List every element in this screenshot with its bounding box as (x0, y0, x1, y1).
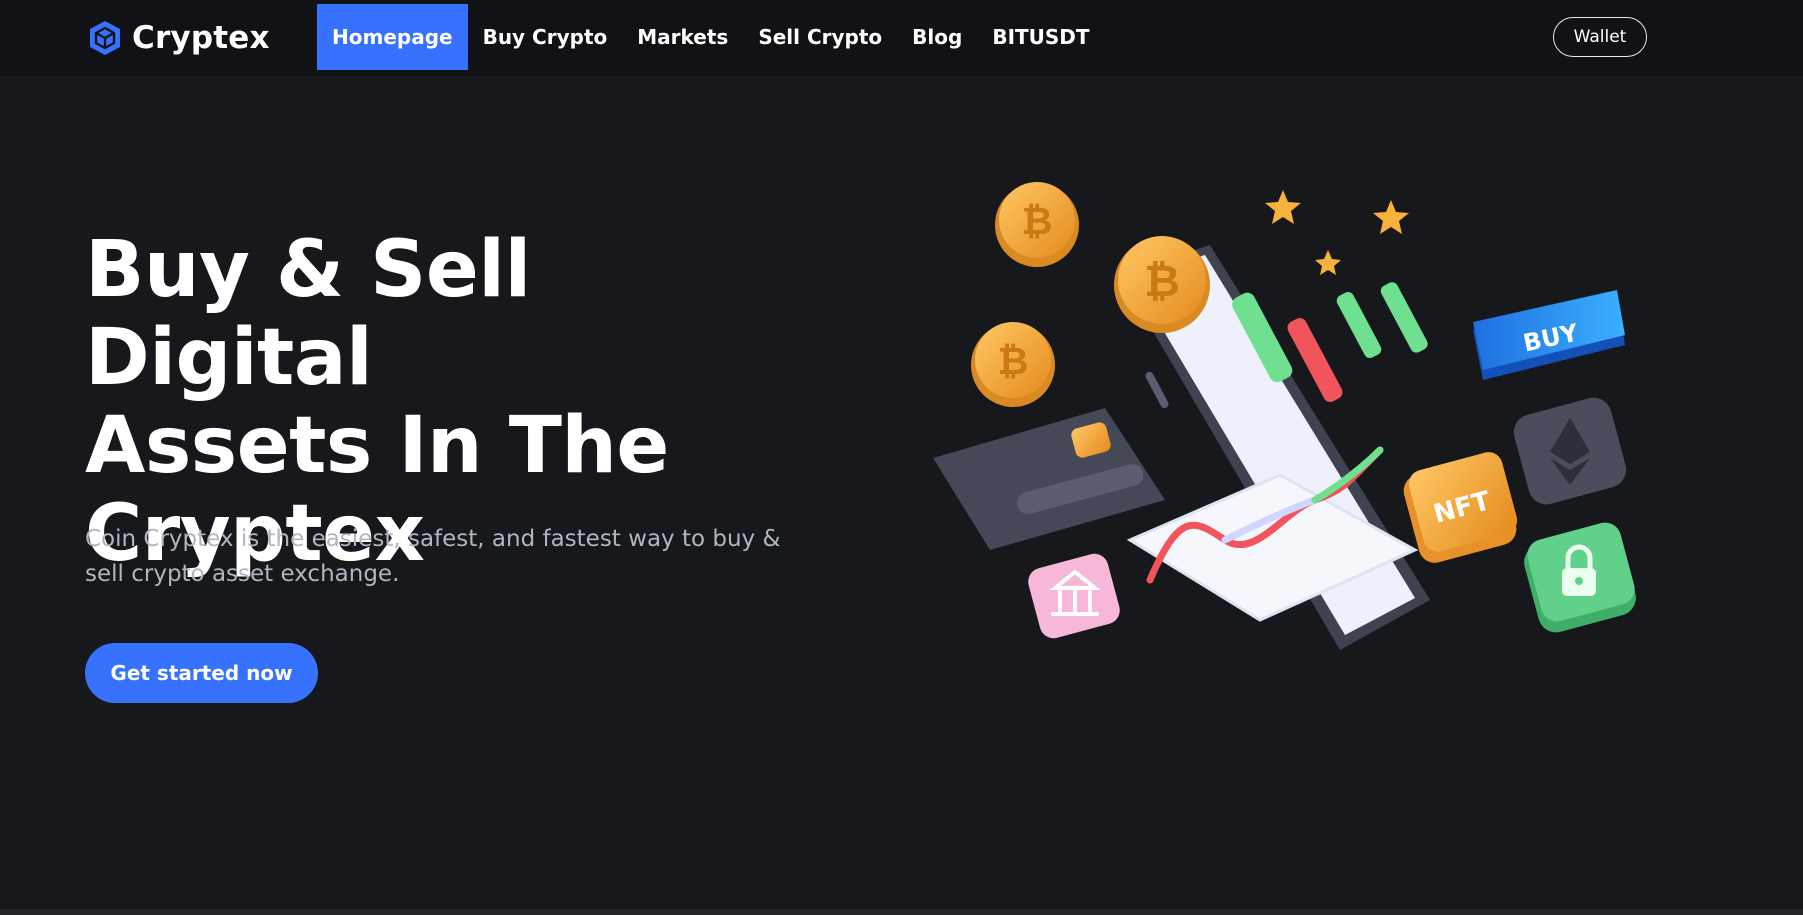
cube-logo-icon (90, 21, 120, 55)
nav-item-blog[interactable]: Blog (897, 4, 977, 70)
credit-card-illustration (933, 408, 1165, 550)
nft-tile-icon: NFT (1403, 452, 1518, 563)
brand-name: Cryptex (132, 20, 270, 56)
nav-item-buy-crypto[interactable]: Buy Crypto (468, 4, 623, 70)
star-icons (1265, 190, 1409, 275)
get-started-button[interactable]: Get started now (85, 643, 318, 703)
main-nav: Homepage Buy Crypto Markets Sell Crypto … (317, 4, 1105, 70)
hero-illustration: ₿ ₿ ₿ BUY NFT (925, 180, 1655, 760)
hero-title-line: Buy & Sell Digital (85, 225, 531, 403)
coin-symbol: ₿ (1144, 256, 1180, 307)
bank-icon (1028, 553, 1120, 639)
wallet-button[interactable]: Wallet (1553, 17, 1647, 57)
nav-item-sell-crypto[interactable]: Sell Crypto (743, 4, 897, 70)
nav-item-markets[interactable]: Markets (622, 4, 743, 70)
hero-title-line: Assets In The (85, 401, 669, 491)
coin-symbol: ₿ (998, 339, 1029, 383)
brand[interactable]: Cryptex (88, 18, 270, 58)
page-bottom-divider (0, 909, 1803, 915)
hero-subtitle: Coin Cryptex is the easiest, safest, and… (85, 526, 781, 587)
top-navigation-bar: Cryptex Homepage Buy Crypto Markets Sell… (0, 0, 1803, 76)
buy-tile-icon: BUY (1473, 290, 1625, 380)
ethereum-icon (1513, 397, 1627, 505)
bitcoin-coin-icon: ₿ (971, 322, 1055, 407)
coin-symbol: ₿ (1022, 199, 1053, 243)
nav-item-homepage[interactable]: Homepage (317, 4, 468, 70)
lock-icon (1524, 522, 1636, 633)
bitcoin-coin-icon: ₿ (995, 182, 1079, 267)
nav-item-bitusdt[interactable]: BITUSDT (977, 4, 1104, 70)
